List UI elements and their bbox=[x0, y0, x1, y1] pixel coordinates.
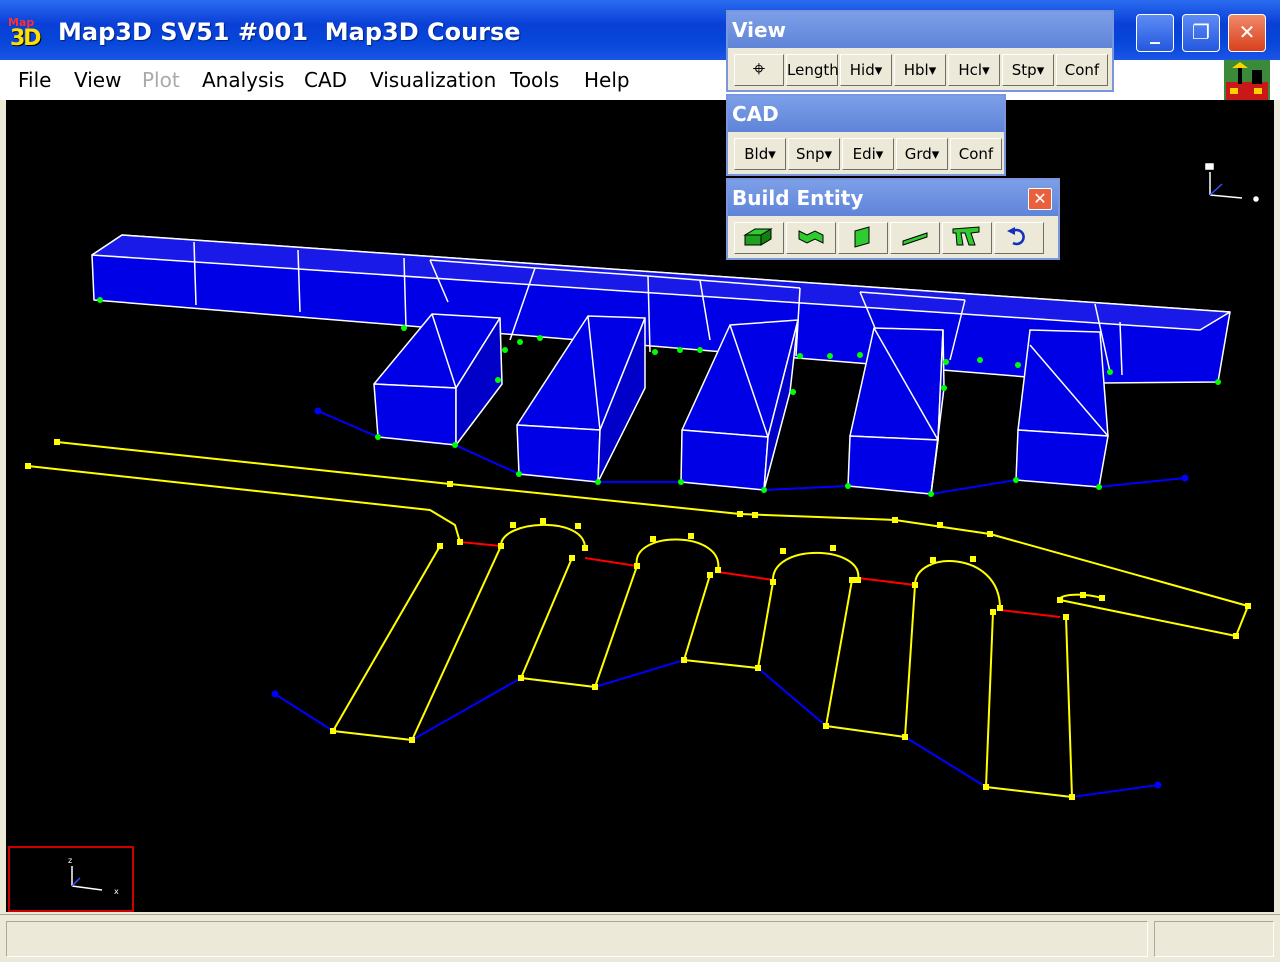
logo-bottom-text: 3D bbox=[10, 26, 42, 51]
view-palette-title[interactable]: View bbox=[728, 12, 1112, 48]
view-hcl-button[interactable]: Hcl▾ bbox=[948, 54, 1000, 86]
cad-palette-title[interactable]: CAD bbox=[728, 96, 1004, 132]
svg-text:x: x bbox=[114, 887, 119, 896]
undo-icon bbox=[1007, 227, 1025, 246]
app-window: Map 3D Map3D SV51 #001 Map3D Course _ ❐ … bbox=[0, 0, 1280, 962]
view-palette: View ⌖ Length Hid▾ Hbl▾ Hcl▾ Stp▾ Conf bbox=[726, 10, 1114, 92]
view-hbl-button[interactable]: Hbl▾ bbox=[894, 54, 946, 86]
excavation-icon bbox=[952, 226, 980, 246]
view-center-button[interactable]: ⌖ bbox=[734, 54, 784, 86]
mine-site-icon[interactable] bbox=[1224, 60, 1270, 104]
model-3d-scene[interactable] bbox=[6, 100, 1274, 912]
view-stp-button[interactable]: Stp▾ bbox=[1002, 54, 1054, 86]
menu-view[interactable]: View bbox=[74, 68, 121, 92]
build-surface-button[interactable] bbox=[786, 222, 836, 254]
build-plate-button[interactable] bbox=[838, 222, 888, 254]
restore-button[interactable]: ❐ bbox=[1182, 14, 1220, 52]
build-entity-close-button[interactable]: ✕ bbox=[1028, 188, 1052, 210]
crosshair-icon: ⌖ bbox=[752, 57, 766, 82]
status-pane-main bbox=[6, 921, 1148, 957]
build-excavation-button[interactable] bbox=[942, 222, 992, 254]
menu-analysis[interactable]: Analysis bbox=[202, 68, 284, 92]
app-logo-icon: Map 3D bbox=[8, 16, 46, 51]
cad-bld-button[interactable]: Bld▾ bbox=[734, 138, 786, 170]
svg-text:z: z bbox=[68, 856, 72, 865]
model-viewport[interactable]: z x bbox=[6, 100, 1274, 912]
line-icon bbox=[902, 232, 928, 246]
plate-icon bbox=[854, 226, 870, 248]
menu-cad[interactable]: CAD bbox=[304, 68, 347, 92]
status-bar bbox=[0, 914, 1280, 962]
build-entity-title[interactable]: Build Entity bbox=[728, 180, 1058, 216]
cad-edi-button[interactable]: Edi▾ bbox=[842, 138, 894, 170]
menu-help[interactable]: Help bbox=[584, 68, 630, 92]
window-title: Map3D SV51 #001 Map3D Course bbox=[58, 18, 521, 46]
view-conf-button[interactable]: Conf bbox=[1056, 54, 1108, 86]
menu-plot[interactable]: Plot bbox=[142, 68, 180, 92]
minimize-button[interactable]: _ bbox=[1136, 14, 1174, 52]
view-hid-button[interactable]: Hid▾ bbox=[840, 54, 892, 86]
axis-triad-icon: z x bbox=[68, 856, 119, 896]
menu-file[interactable]: File bbox=[18, 68, 51, 92]
build-block-button[interactable] bbox=[734, 222, 784, 254]
menu-tools[interactable]: Tools bbox=[510, 68, 559, 92]
undo-button[interactable] bbox=[994, 222, 1044, 254]
orientation-inset: z x bbox=[8, 846, 134, 912]
cad-snp-button[interactable]: Snp▾ bbox=[788, 138, 840, 170]
close-button[interactable]: ✕ bbox=[1228, 14, 1266, 52]
cad-palette: CAD Bld▾ Snp▾ Edi▾ Grd▾ Conf bbox=[726, 94, 1006, 176]
status-pane-right bbox=[1154, 921, 1274, 957]
cad-conf-button[interactable]: Conf bbox=[950, 138, 1002, 170]
block-icon bbox=[743, 228, 773, 246]
build-entity-palette: Build Entity ✕ bbox=[726, 178, 1060, 260]
surface-icon bbox=[798, 230, 824, 244]
build-line-button[interactable] bbox=[890, 222, 940, 254]
cad-grd-button[interactable]: Grd▾ bbox=[896, 138, 948, 170]
menu-visualization[interactable]: Visualization bbox=[370, 68, 496, 92]
view-length-button[interactable]: Length bbox=[786, 54, 839, 86]
